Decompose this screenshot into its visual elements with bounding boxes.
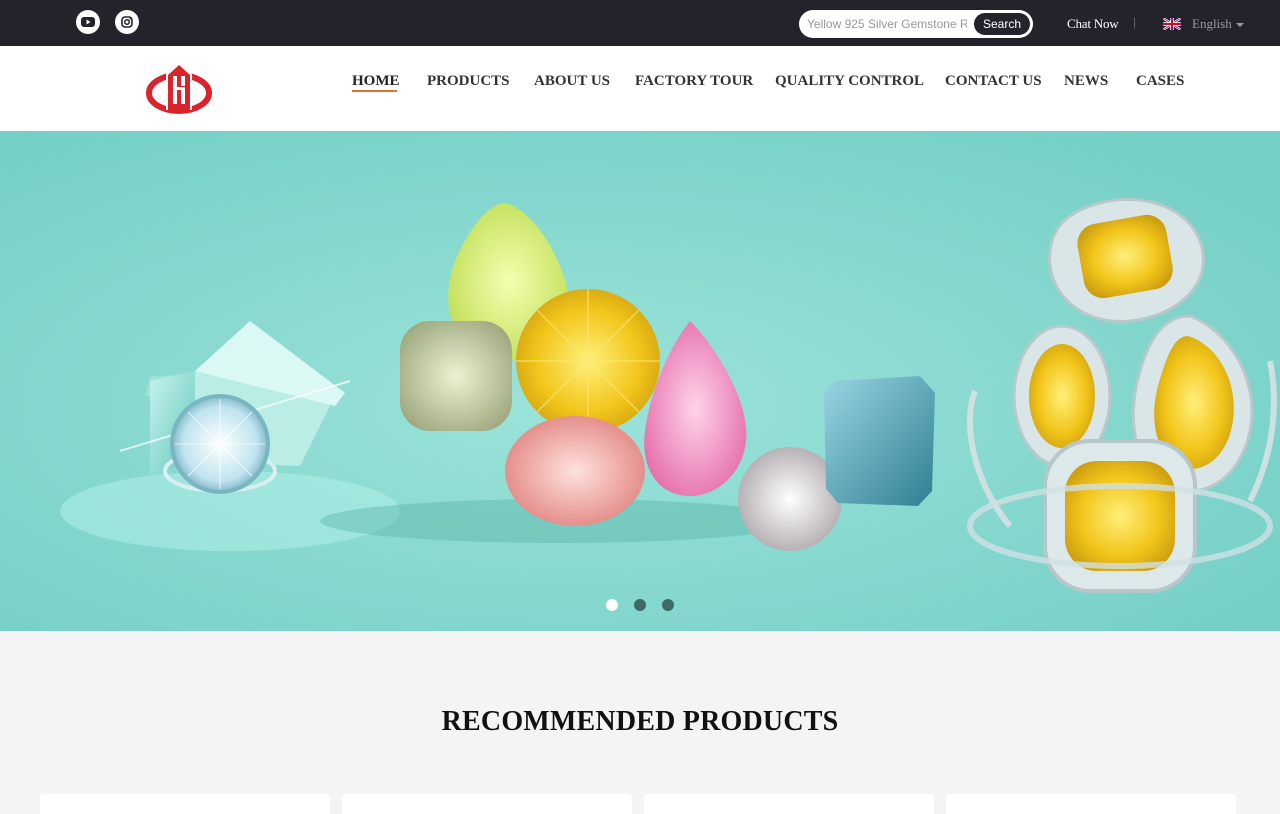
language-selector[interactable]: English: [1163, 16, 1244, 32]
company-logo[interactable]: [146, 60, 212, 114]
search-box: Search: [799, 10, 1033, 38]
nav-quality-control[interactable]: QUALITY CONTROL: [775, 73, 924, 90]
slide-dot-2[interactable]: [634, 599, 646, 611]
product-card[interactable]: [644, 794, 934, 814]
recommended-products-title: RECOMMENDED PRODUCTS: [441, 706, 839, 737]
nav-factory-tour[interactable]: FACTORY TOUR: [635, 73, 753, 90]
nav-about-us[interactable]: ABOUT US: [534, 73, 610, 90]
active-nav-indicator: [352, 90, 397, 92]
nav-home[interactable]: HOME: [352, 73, 400, 90]
hero-banner[interactable]: [0, 131, 1280, 631]
instagram-icon[interactable]: [115, 10, 139, 34]
chat-now-link[interactable]: Chat Now: [1067, 16, 1119, 32]
nav-contact-us[interactable]: CONTACT US: [945, 73, 1042, 90]
nav-cases[interactable]: CASES: [1136, 73, 1184, 90]
slide-dot-1[interactable]: [606, 599, 618, 611]
nav-products[interactable]: PRODUCTS: [427, 73, 510, 90]
product-card[interactable]: [342, 794, 632, 814]
uk-flag-icon: [1163, 18, 1181, 30]
search-button[interactable]: Search: [974, 13, 1030, 35]
language-label: English: [1192, 16, 1232, 31]
search-input[interactable]: [807, 14, 967, 34]
nav-news[interactable]: NEWS: [1064, 73, 1108, 90]
slide-dot-3[interactable]: [662, 599, 674, 611]
top-bar: Search Chat Now | English: [0, 0, 1280, 46]
hero-image: [0, 131, 1280, 631]
site-header: HOME PRODUCTS ABOUT US FACTORY TOUR QUAL…: [0, 46, 1280, 131]
product-card[interactable]: [40, 794, 330, 814]
youtube-icon[interactable]: [76, 10, 100, 34]
product-card[interactable]: [946, 794, 1236, 814]
topbar-divider: |: [1133, 15, 1137, 29]
chevron-down-icon: [1235, 22, 1244, 27]
